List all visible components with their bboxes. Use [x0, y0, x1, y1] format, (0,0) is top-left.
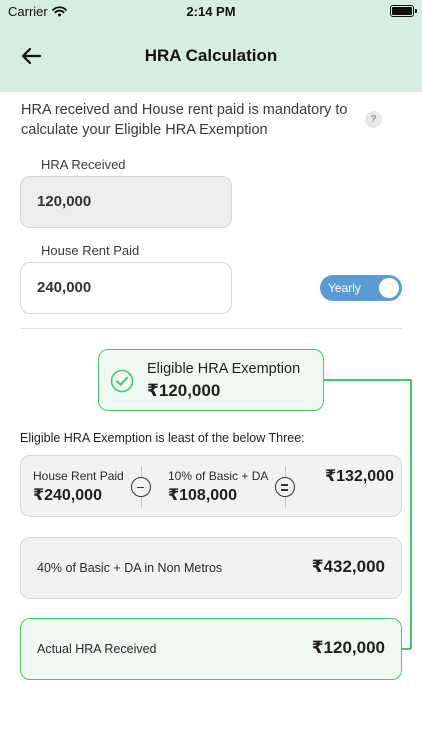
non-metro-value: ₹432,000 [311, 557, 385, 576]
clock: 2:14 PM [186, 4, 236, 19]
battery-icon [390, 5, 417, 17]
connector-line [324, 379, 411, 381]
check-circle-icon [110, 369, 134, 393]
minus-icon [131, 477, 151, 497]
least-of-caption: Eligible HRA Exemption is least of the b… [20, 431, 305, 445]
actual-hra-value: ₹120,000 [311, 638, 385, 657]
exemption-card: Eligible HRA Exemption ₹120,000 [98, 349, 324, 411]
header: Carrier 2:14 PM HRA Calculation [0, 0, 422, 92]
hra-received-label: HRA Received [41, 157, 126, 172]
exemption-value: ₹120,000 [147, 381, 221, 400]
exemption-title: Eligible HRA Exemption [147, 361, 301, 377]
non-metro-row-card: 40% of Basic + DA in Non Metros ₹432,000 [20, 537, 402, 599]
divider [20, 328, 402, 329]
rent-paid-label: House Rent Paid [41, 243, 140, 258]
rent-paid-sub-value: ₹240,000 [33, 487, 102, 504]
actual-hra-row-card: Actual HRA Received ₹120,000 [20, 618, 402, 680]
intro-text: HRA received and House rent paid is mand… [21, 102, 348, 138]
toggle-label: Yearly [328, 281, 361, 295]
actual-hra-label: Actual HRA Received [37, 642, 157, 656]
connector-line [410, 379, 412, 649]
frequency-toggle[interactable]: Yearly [320, 275, 402, 301]
rent-paid-field[interactable]: 240,000 [20, 262, 232, 314]
page-title: HRA Calculation [144, 46, 278, 65]
hra-received-field[interactable]: 120,000 [20, 176, 232, 228]
toggle-knob [379, 278, 399, 298]
connector-line [402, 648, 411, 650]
calc-total-value: ₹132,000 [325, 468, 394, 485]
non-metro-label: 40% of Basic + DA in Non Metros [37, 561, 223, 575]
basic-da-sub-value: ₹108,000 [168, 487, 237, 504]
help-icon[interactable]: ? [365, 111, 382, 128]
calc-row-card: House Rent Paid ₹240,000 10% of Basic + … [20, 455, 402, 517]
equals-icon [275, 477, 295, 497]
status-bar: Carrier 2:14 PM [0, 0, 422, 24]
rent-paid-sub-label: House Rent Paid [33, 469, 124, 483]
basic-da-sub-label: 10% of Basic + DA [168, 469, 269, 483]
